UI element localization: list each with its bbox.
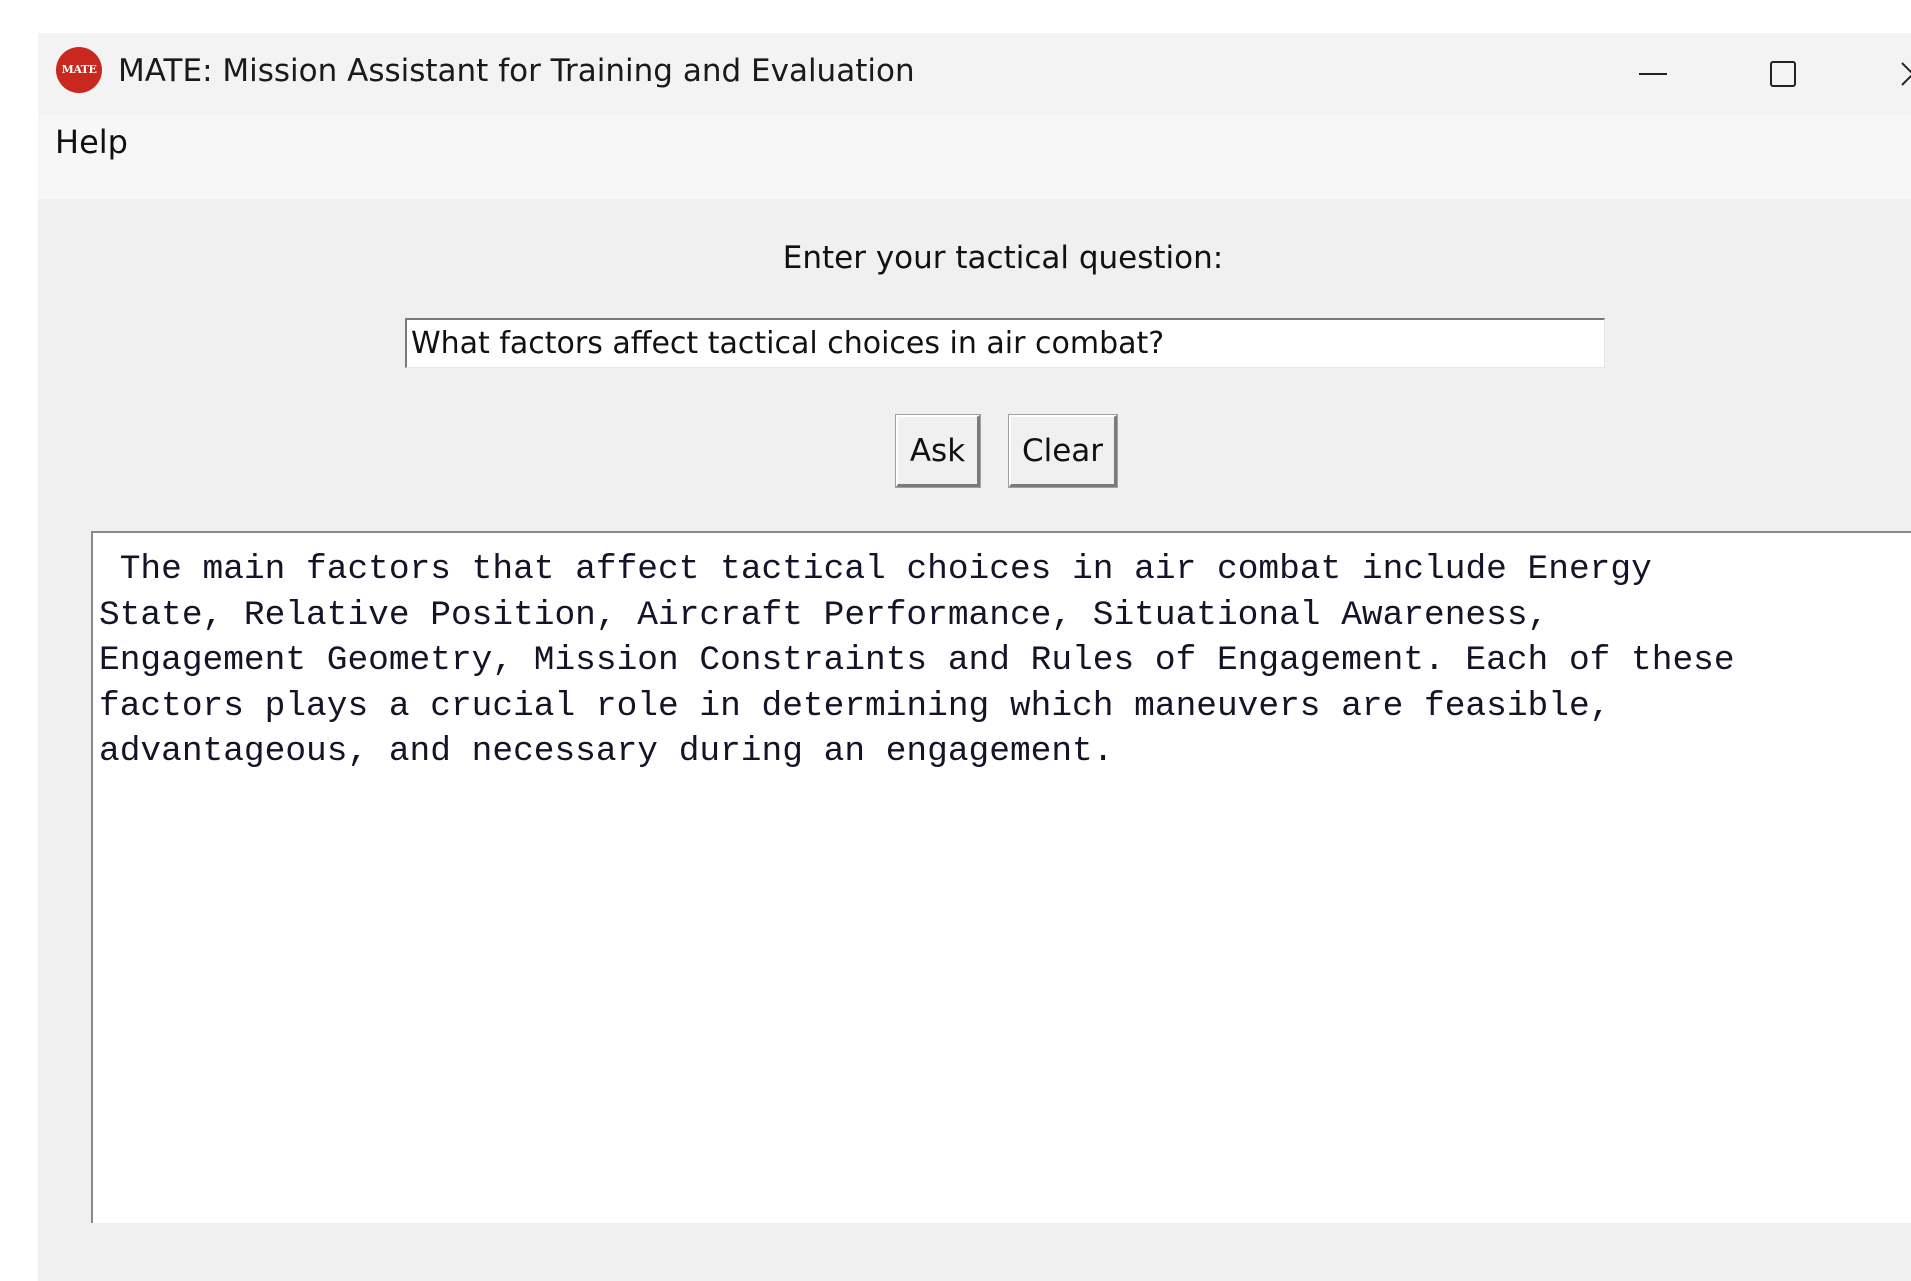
minimize-icon [1639, 73, 1667, 75]
close-button[interactable] [1853, 33, 1911, 115]
title-bar[interactable]: MATE MATE: Mission Assistant for Trainin… [38, 33, 1911, 115]
window-title: MATE: Mission Assistant for Training and… [118, 53, 915, 89]
maximize-icon [1770, 61, 1796, 87]
close-icon [1901, 62, 1911, 86]
minimize-button[interactable] [1593, 33, 1713, 115]
app-window: MATE MATE: Mission Assistant for Trainin… [38, 33, 1911, 1281]
question-input[interactable] [405, 318, 1605, 368]
maximize-button[interactable] [1723, 33, 1843, 115]
menu-help[interactable]: Help [55, 123, 128, 161]
app-logo-icon: MATE [56, 47, 102, 93]
ask-button[interactable]: Ask [895, 414, 981, 488]
menu-bar [38, 115, 1911, 199]
response-text-area[interactable]: The main factors that affect tactical ch… [91, 531, 1911, 1223]
question-prompt-label: Enter your tactical question: [782, 240, 1224, 276]
clear-button[interactable]: Clear [1008, 414, 1118, 488]
